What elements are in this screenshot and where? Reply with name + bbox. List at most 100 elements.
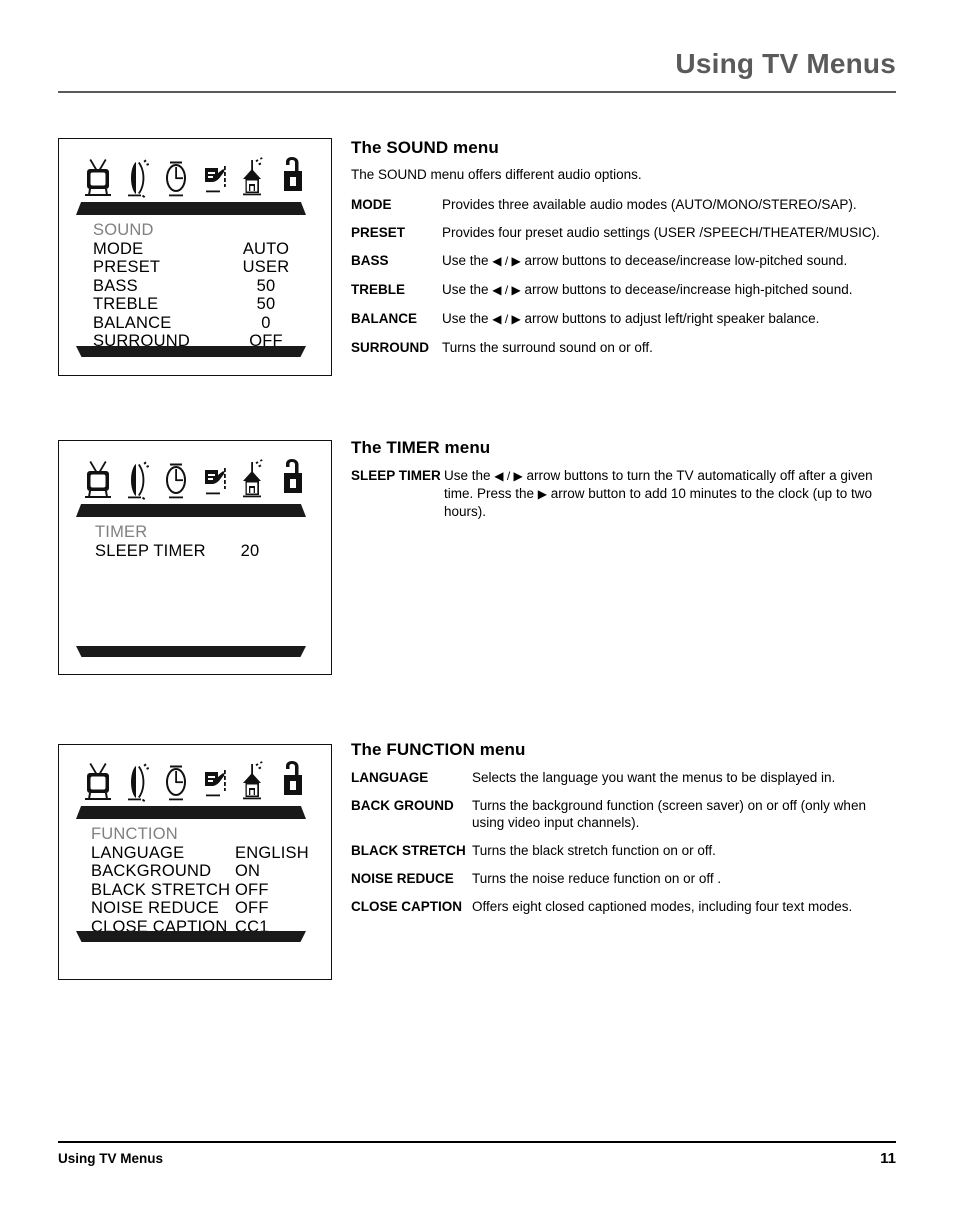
sound-def-surround: SURROUND Turns the surround sound on or … bbox=[351, 339, 897, 356]
sound-def-treble-desc: Use the ◀ / ▶ arrow buttons to decease/i… bbox=[442, 281, 897, 299]
function-def-back-ground-term: BACK GROUND bbox=[351, 798, 454, 813]
timer-def-sleep-timer: SLEEP TIMER Use the ◀ / ▶ arrow buttons … bbox=[351, 467, 897, 520]
osd-icon-bar bbox=[59, 155, 331, 199]
function-hand-icon bbox=[200, 459, 230, 501]
osd-bottom-bar bbox=[76, 931, 306, 942]
function-def-noise-reduce-desc: Turns the noise reduce function on or of… bbox=[472, 871, 722, 886]
function-section: The FUNCTION menu LANGUAGE Selects the l… bbox=[351, 740, 897, 926]
timer-def-sleep-timer-desc: Use the ◀ / ▶ arrow buttons to turn the … bbox=[444, 467, 897, 520]
page-footer: Using TV Menus 11 bbox=[58, 1141, 896, 1181]
function-row-language-value: ENGLISH bbox=[235, 843, 309, 862]
arrow-glyphs: ◀ / ▶ bbox=[492, 283, 521, 297]
function-def-language: LANGUAGE Selects the language you want t… bbox=[351, 769, 897, 786]
function-def-black-stretch: BLACK STRETCH Turns the black stretch fu… bbox=[351, 842, 897, 859]
sound-row-bass-key: BASS bbox=[93, 276, 138, 295]
sound-def-surround-desc: Turns the surround sound on or off. bbox=[442, 340, 653, 355]
osd-top-bar bbox=[76, 806, 306, 819]
sound-section-heading: The SOUND menu bbox=[351, 138, 499, 157]
function-row-black-stretch[interactable]: BLACK STRETCH OFF bbox=[91, 881, 315, 900]
function-row-black-stretch-key: BLACK STRETCH bbox=[91, 880, 231, 899]
timer-clock-icon bbox=[161, 459, 191, 501]
timer-row-sleep-timer[interactable]: SLEEP TIMER 20 bbox=[95, 542, 280, 561]
lock-icon bbox=[278, 157, 308, 199]
function-def-close-caption-desc: Offers eight closed captioned modes, inc… bbox=[472, 899, 853, 914]
lock-icon bbox=[278, 459, 308, 501]
osd-bottom-bar bbox=[76, 346, 306, 357]
page-title: Using TV Menus bbox=[675, 48, 896, 79]
sound-osd-screenshot: SOUND MODE AUTO PRESET USER BASS 50 TREB… bbox=[58, 138, 332, 376]
footer-label: Using TV Menus bbox=[58, 1151, 164, 1166]
desc-text-before: Use the bbox=[442, 282, 493, 297]
function-hand-icon bbox=[200, 761, 230, 803]
function-def-noise-reduce: NOISE REDUCE Turns the noise reduce func… bbox=[351, 870, 897, 887]
osd-top-bar bbox=[76, 504, 306, 517]
tv-icon bbox=[83, 157, 113, 199]
desc-text-after: arrow buttons to decease/increase high-p… bbox=[520, 282, 853, 297]
timer-clock-icon bbox=[161, 761, 191, 803]
sound-section: The SOUND menu The SOUND menu offers dif… bbox=[351, 138, 897, 367]
function-row-noise-reduce[interactable]: NOISE REDUCE OFF bbox=[91, 899, 315, 918]
sound-row-bass[interactable]: BASS 50 bbox=[93, 277, 306, 296]
sound-def-balance-desc: Use the ◀ / ▶ arrow buttons to adjust le… bbox=[442, 310, 897, 328]
channel-antenna-icon bbox=[239, 761, 269, 803]
sound-row-treble-value: 50 bbox=[256, 295, 276, 313]
sound-def-preset-desc: Provides four preset audio settings (USE… bbox=[442, 225, 880, 240]
sound-def-preset: PRESET Provides four preset audio settin… bbox=[351, 224, 897, 241]
sound-section-intro: The SOUND menu offers different audio op… bbox=[351, 167, 642, 182]
desc-text-after: arrow buttons to decease/increase low-pi… bbox=[520, 253, 848, 268]
arrow-glyphs: ◀ / ▶ bbox=[494, 469, 523, 483]
sound-row-treble[interactable]: TREBLE 50 bbox=[93, 295, 306, 314]
function-row-noise-reduce-value: OFF bbox=[235, 899, 269, 917]
sound-row-bass-value: 50 bbox=[256, 276, 276, 295]
function-def-close-caption-term: CLOSE CAPTION bbox=[351, 899, 463, 914]
sound-def-treble: TREBLE Use the ◀ / ▶ arrow buttons to de… bbox=[351, 281, 897, 299]
function-hand-icon bbox=[200, 157, 230, 199]
channel-antenna-icon bbox=[239, 459, 269, 501]
footer-divider bbox=[58, 1141, 896, 1143]
osd-icon-bar bbox=[59, 759, 331, 803]
timer-section: The TIMER menu SLEEP TIMER Use the ◀ / ▶… bbox=[351, 438, 897, 531]
sound-row-mode-key: MODE bbox=[93, 239, 144, 258]
sound-def-bass: BASS Use the ◀ / ▶ arrow buttons to dece… bbox=[351, 252, 897, 270]
timer-row-sleep-timer-value: 20 bbox=[240, 541, 260, 560]
arrow-glyphs: ◀ / ▶ bbox=[492, 254, 521, 268]
sound-row-treble-key: TREBLE bbox=[93, 295, 159, 313]
page-header: Using TV Menus bbox=[58, 48, 896, 96]
timer-section-heading: The TIMER menu bbox=[351, 438, 491, 457]
footer-page-number: 11 bbox=[880, 1150, 896, 1167]
function-def-black-stretch-desc: Turns the black stretch function on or o… bbox=[472, 843, 716, 858]
desc-text-before: Use the bbox=[442, 311, 493, 326]
function-row-noise-reduce-key: NOISE REDUCE bbox=[91, 899, 220, 917]
function-row-background-value: ON bbox=[235, 862, 261, 880]
tv-icon bbox=[83, 459, 113, 501]
sound-def-bass-desc: Use the ◀ / ▶ arrow buttons to decease/i… bbox=[442, 252, 897, 270]
function-row-language-key: LANGUAGE bbox=[91, 843, 185, 862]
desc-text-after: arrow buttons to adjust left/right speak… bbox=[520, 311, 820, 326]
function-row-language[interactable]: LANGUAGE ENGLISH bbox=[91, 844, 315, 863]
sound-icon bbox=[122, 761, 152, 803]
timer-clock-icon bbox=[161, 157, 191, 199]
function-row-black-stretch-value: OFF bbox=[235, 880, 269, 899]
timer-def-sleep-timer-term: SLEEP TIMER bbox=[351, 468, 441, 483]
function-def-close-caption: CLOSE CAPTION Offers eight closed captio… bbox=[351, 898, 897, 915]
sound-row-mode-value: AUTO bbox=[242, 239, 290, 258]
sound-row-mode[interactable]: MODE AUTO bbox=[93, 240, 306, 259]
sound-def-treble-term: TREBLE bbox=[351, 282, 405, 297]
sound-def-preset-term: PRESET bbox=[351, 225, 406, 240]
arrow-right-glyph: ▶ bbox=[537, 487, 548, 501]
sound-def-mode: MODE Provides three available audio mode… bbox=[351, 196, 897, 213]
function-row-background-key: BACKGROUND bbox=[91, 862, 212, 880]
desc-text-before: Use the bbox=[442, 253, 493, 268]
sound-row-balance[interactable]: BALANCE 0 bbox=[93, 314, 306, 333]
sound-def-bass-term: BASS bbox=[351, 253, 389, 268]
sound-def-balance: BALANCE Use the ◀ / ▶ arrow buttons to a… bbox=[351, 310, 897, 328]
function-row-background[interactable]: BACKGROUND ON bbox=[91, 862, 315, 881]
function-def-black-stretch-term: BLACK STRETCH bbox=[351, 843, 466, 858]
osd-top-bar bbox=[76, 202, 306, 215]
function-def-language-desc: Selects the language you want the menus … bbox=[472, 770, 836, 785]
function-def-back-ground-desc: Turns the background function (screen sa… bbox=[472, 798, 866, 830]
sound-icon bbox=[122, 157, 152, 199]
channel-antenna-icon bbox=[239, 157, 269, 199]
sound-row-preset[interactable]: PRESET USER bbox=[93, 258, 306, 277]
sound-row-preset-key: PRESET bbox=[93, 258, 161, 276]
